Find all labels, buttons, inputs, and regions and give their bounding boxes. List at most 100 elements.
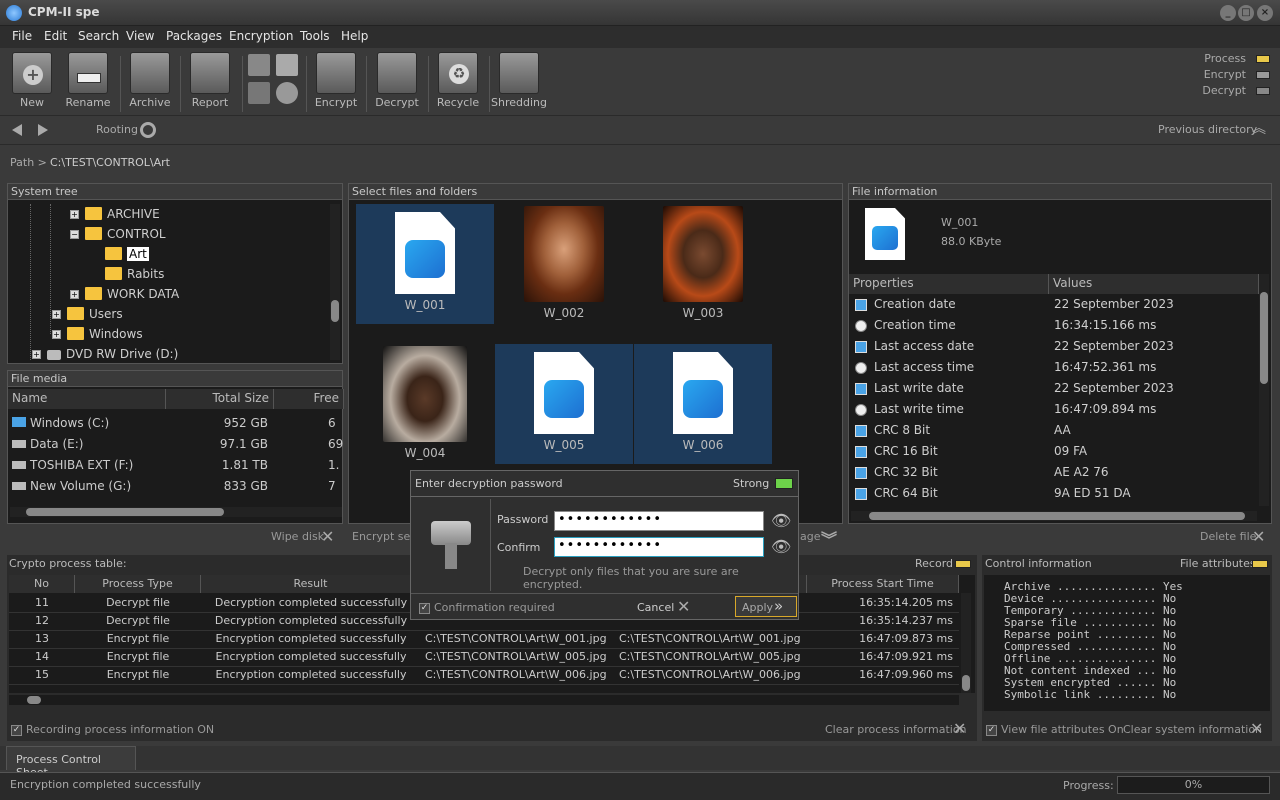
column-header-values[interactable]: Values bbox=[1049, 274, 1259, 294]
expand-icon[interactable]: + bbox=[70, 210, 79, 219]
tree-item-work-data[interactable]: + WORK DATA bbox=[70, 287, 179, 301]
crypto-h-scrollbar[interactable] bbox=[9, 695, 959, 705]
show-password-eye-icon[interactable]: 👁 bbox=[771, 511, 791, 530]
file-thumb-w002[interactable]: W_002 bbox=[495, 204, 633, 324]
refresh-icon[interactable] bbox=[140, 122, 156, 138]
decrypt-indicator-label: Decrypt bbox=[1202, 84, 1246, 97]
menu-edit[interactable]: Edit bbox=[44, 29, 67, 43]
menu-help[interactable]: Help bbox=[341, 29, 368, 43]
menu-search[interactable]: Search bbox=[78, 29, 119, 43]
checkbox-checked-icon: ✓ bbox=[11, 724, 22, 736]
media-row[interactable]: Data (E:) bbox=[12, 437, 83, 451]
rooting-label[interactable]: Rooting bbox=[96, 123, 138, 136]
checklist-icon[interactable] bbox=[276, 54, 298, 76]
rename-button[interactable]: Rename bbox=[60, 52, 116, 114]
tree-item-windows[interactable]: + Windows bbox=[52, 327, 143, 341]
media-total: 833 GB bbox=[223, 479, 268, 493]
column-header-no[interactable]: No bbox=[9, 575, 75, 593]
decrypt-button[interactable]: Decrypt bbox=[369, 52, 425, 114]
media-row[interactable]: New Volume (G:) bbox=[12, 479, 131, 493]
file-thumb-w003[interactable]: W_003 bbox=[634, 204, 772, 324]
tree-item-label: Users bbox=[89, 307, 123, 321]
tree-item-archive[interactable]: + ARCHIVE bbox=[70, 207, 160, 221]
file-thumb-w004[interactable]: W_004 bbox=[356, 344, 494, 464]
clear-system-button[interactable]: Clear system information bbox=[1123, 723, 1262, 736]
media-row[interactable]: Windows (C:) bbox=[12, 416, 109, 430]
delete-file-button[interactable]: Delete file bbox=[1200, 530, 1256, 543]
file-thumb-w005[interactable]: W_005 bbox=[495, 344, 633, 464]
recycle-button[interactable]: ♻ Recycle bbox=[430, 52, 486, 114]
confirmation-required-checkbox[interactable]: ✓ Confirmation required bbox=[419, 601, 555, 614]
tree-item-users[interactable]: + Users bbox=[52, 307, 123, 321]
table-row[interactable]: 14 Encrypt file Encryption completed succe… bbox=[9, 649, 959, 667]
minimize-icon[interactable]: _ bbox=[1220, 5, 1236, 21]
cancel-x-icon[interactable]: ✕ bbox=[677, 597, 690, 616]
down-chevron-icon[interactable]: ︾ bbox=[821, 526, 837, 550]
apply-button[interactable]: Apply » bbox=[735, 596, 797, 617]
media-scrollbar[interactable] bbox=[10, 507, 342, 517]
column-header-free[interactable]: Free bbox=[274, 389, 344, 409]
menu-tools[interactable]: Tools bbox=[300, 29, 330, 43]
maximize-icon[interactable]: □ bbox=[1238, 5, 1254, 21]
column-header-total-size[interactable]: Total Size bbox=[166, 389, 274, 409]
wipe-disk-button[interactable]: Wipe disk bbox=[271, 530, 324, 543]
properties-h-scrollbar[interactable] bbox=[851, 511, 1257, 521]
clear-system-x-icon[interactable]: ✕ bbox=[1250, 719, 1263, 738]
cancel-button[interactable]: Cancel bbox=[637, 601, 674, 614]
clear-process-x-icon[interactable]: ✕ bbox=[953, 719, 966, 738]
shredding-button[interactable]: Shredding bbox=[491, 52, 547, 114]
column-header-process-type[interactable]: Process Type bbox=[75, 575, 201, 593]
crypto-v-scrollbar[interactable] bbox=[961, 593, 971, 693]
show-confirm-eye-icon[interactable]: 👁 bbox=[771, 537, 791, 556]
expand-icon[interactable]: + bbox=[52, 310, 61, 319]
media-row[interactable]: TOSHIBA EXT (F:) bbox=[12, 458, 133, 472]
up-double-chevron-icon[interactable]: ︽ bbox=[1252, 122, 1268, 138]
collapse-icon[interactable]: − bbox=[70, 230, 79, 239]
column-header-start-time[interactable]: Process Start Time bbox=[807, 575, 959, 593]
expand-icon[interactable]: + bbox=[52, 330, 61, 339]
gear-icon[interactable] bbox=[276, 82, 298, 104]
expand-icon[interactable]: + bbox=[32, 350, 41, 359]
menu-encryption[interactable]: Encryption bbox=[229, 29, 293, 43]
tree-item-rabits[interactable]: Rabits bbox=[105, 267, 164, 281]
forward-arrow-icon[interactable] bbox=[38, 124, 48, 136]
column-header-name[interactable]: Name bbox=[8, 389, 166, 409]
tab-process-control-sheet[interactable]: Process Control Sheet bbox=[6, 746, 136, 779]
properties-scrollbar[interactable] bbox=[1259, 274, 1269, 506]
property-label: CRC 64 Bit bbox=[874, 486, 938, 500]
new-button[interactable]: + New bbox=[4, 52, 60, 114]
menu-view[interactable]: View bbox=[126, 29, 154, 43]
delete-file-x-icon[interactable]: ✕ bbox=[1252, 527, 1265, 546]
expand-icon[interactable]: + bbox=[70, 290, 79, 299]
menu-file[interactable]: File bbox=[12, 29, 32, 43]
previous-directory-label[interactable]: Previous directory bbox=[1158, 123, 1257, 136]
page-button-fragment[interactable]: age bbox=[800, 530, 821, 543]
menu-packages[interactable]: Packages bbox=[166, 29, 222, 43]
database-icon[interactable] bbox=[248, 54, 270, 76]
split-icon[interactable] bbox=[248, 82, 270, 104]
toolbar-separator bbox=[366, 56, 367, 112]
tree-item-art[interactable]: Art bbox=[105, 247, 149, 261]
confirm-password-input[interactable]: •••••••••••• bbox=[554, 537, 764, 557]
password-input[interactable]: •••••••••••• bbox=[554, 511, 764, 531]
table-row[interactable]: 13 Encrypt file Encryption completed succe… bbox=[9, 631, 959, 649]
file-thumb-w001[interactable]: W_001 bbox=[356, 204, 494, 324]
table-row[interactable]: 15 Encrypt file Encryption completed succe… bbox=[9, 667, 959, 685]
recording-checkbox[interactable]: ✓ Recording process information ON bbox=[11, 723, 214, 736]
back-arrow-icon[interactable] bbox=[12, 124, 22, 136]
tree-item-control[interactable]: − CONTROL bbox=[70, 227, 166, 241]
file-thumb-w006[interactable]: W_006 bbox=[634, 344, 772, 464]
tree-item-dvd-drive[interactable]: + DVD RW Drive (D:) bbox=[32, 347, 178, 361]
column-header-result[interactable]: Result bbox=[201, 575, 421, 593]
close-icon[interactable]: × bbox=[1257, 5, 1273, 21]
report-button[interactable]: Report bbox=[182, 52, 238, 114]
wipe-disk-x-icon[interactable]: ✕ bbox=[321, 527, 334, 546]
clear-process-button[interactable]: Clear process information bbox=[825, 723, 967, 736]
encrypt-button[interactable]: Encrypt bbox=[308, 52, 364, 114]
column-header-properties[interactable]: Properties bbox=[849, 274, 1049, 294]
title-bar: CPM-II spe _ □ × bbox=[0, 0, 1280, 26]
view-attributes-checkbox[interactable]: ✓ View file attributes On bbox=[986, 723, 1124, 736]
path-value[interactable]: C:\TEST\CONTROL\Art bbox=[50, 156, 170, 169]
archive-button[interactable]: Archive bbox=[122, 52, 178, 114]
tree-scrollbar[interactable] bbox=[330, 204, 340, 360]
